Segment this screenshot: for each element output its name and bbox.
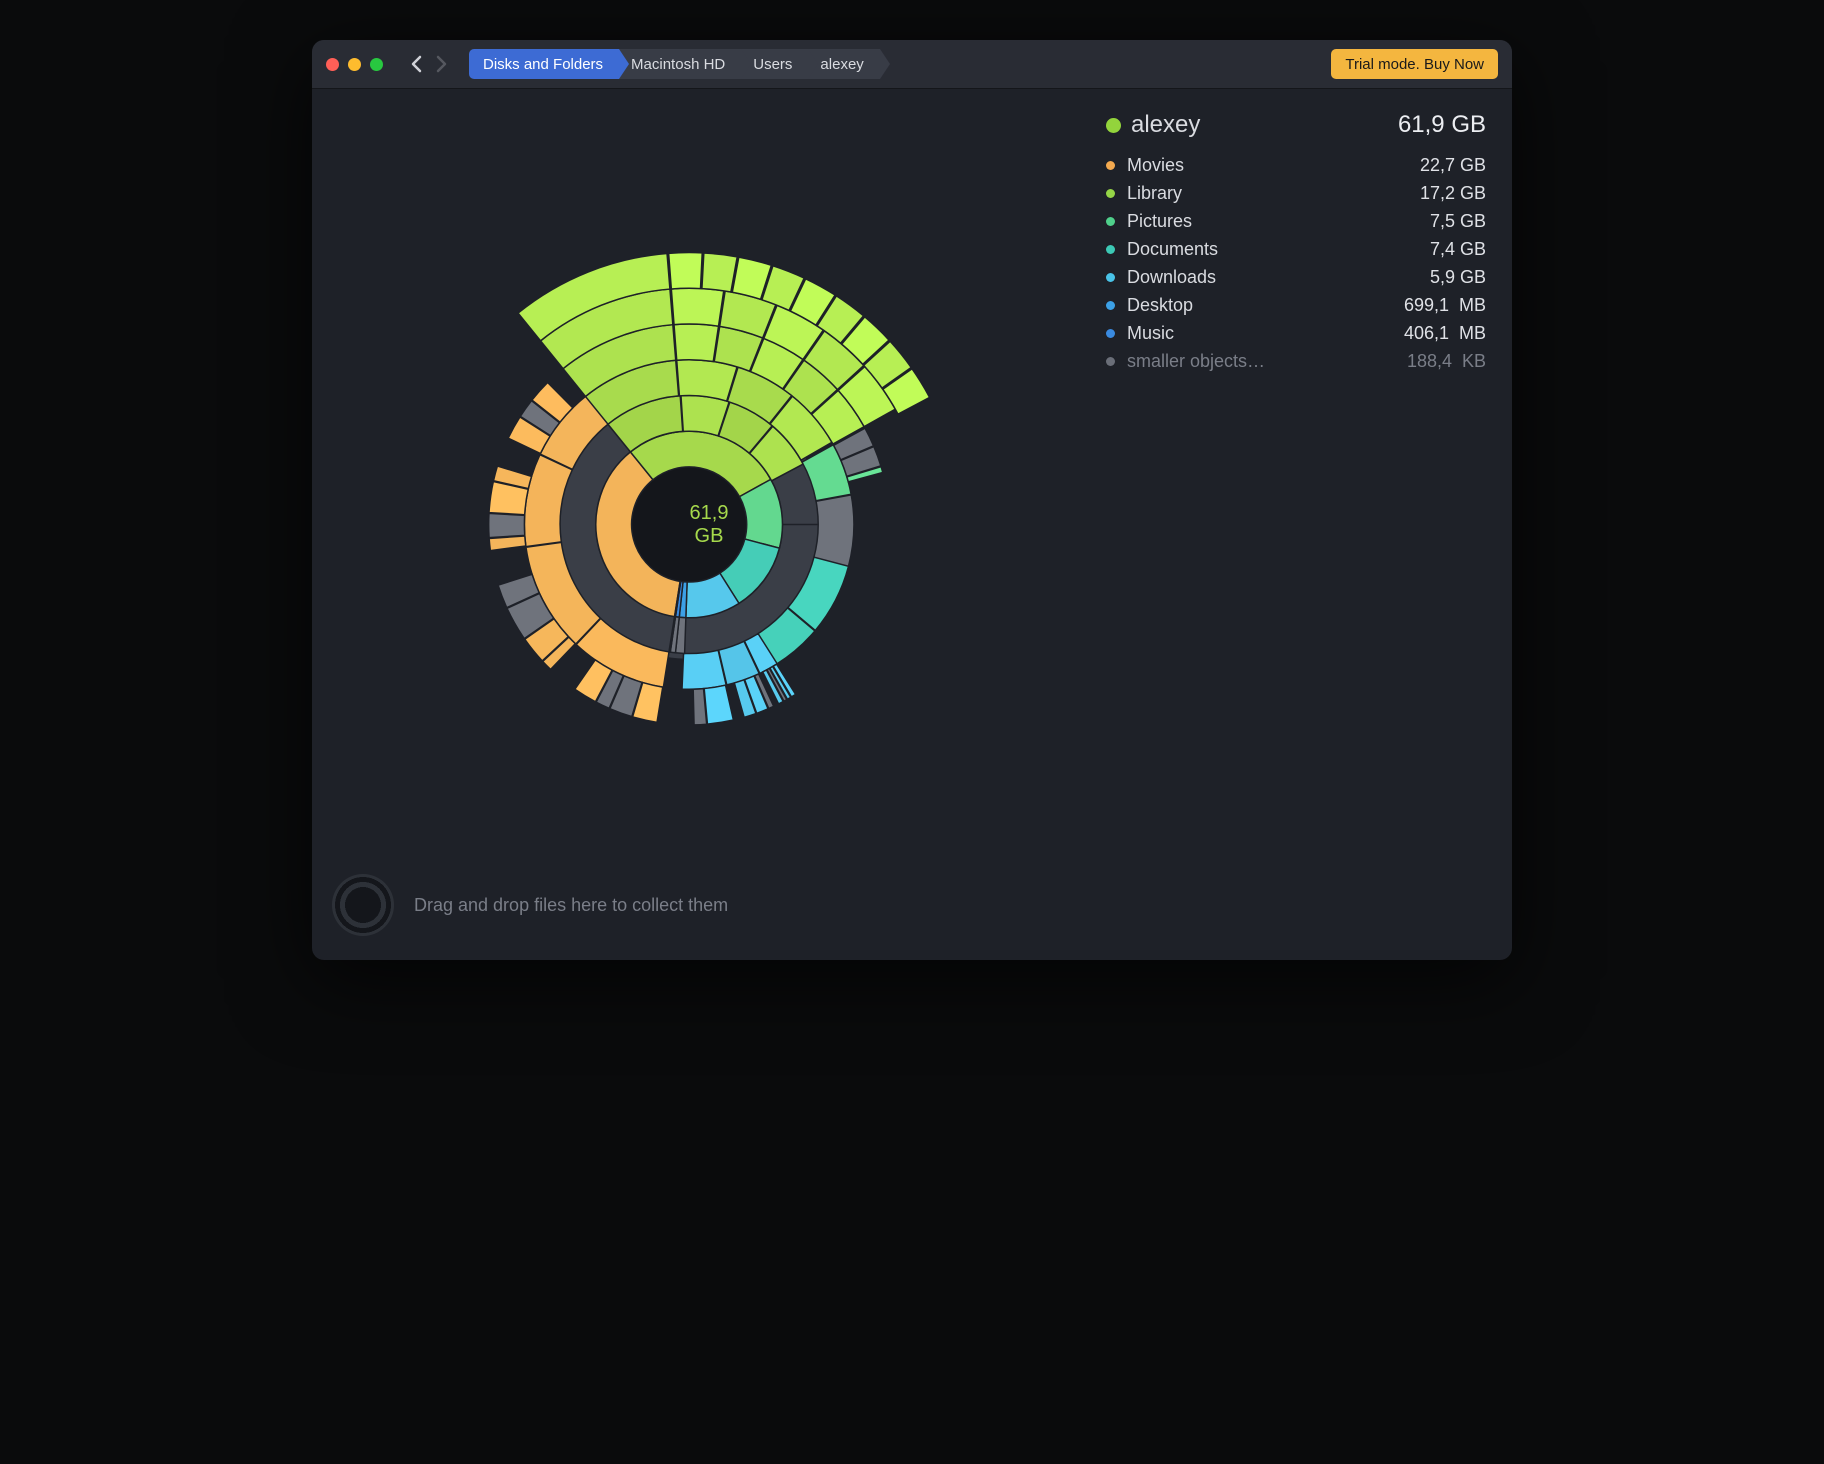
- folder-color-dot: [1106, 118, 1121, 133]
- sidebar-header[interactable]: alexey 61,9 GB: [1106, 111, 1486, 139]
- close-traffic-light[interactable]: [326, 58, 339, 71]
- sidebar-item[interactable]: Downloads 5,9 GB: [1106, 267, 1486, 288]
- item-color-dot: [1106, 217, 1115, 226]
- item-size: 699,1 MB: [1404, 295, 1486, 316]
- item-name: Pictures: [1127, 211, 1192, 232]
- folder-total-size: 61,9 GB: [1398, 111, 1486, 139]
- nav-buttons: [407, 51, 451, 77]
- item-color-dot: [1106, 273, 1115, 282]
- sidebar-item[interactable]: smaller objects… 188,4 KB: [1106, 351, 1486, 372]
- breadcrumb: Disks and FoldersMacintosh HDUsersalexey: [469, 49, 880, 79]
- sidebar-item[interactable]: Movies 22,7 GB: [1106, 155, 1486, 176]
- item-size: 7,4 GB: [1430, 239, 1486, 260]
- toolbar: Disks and FoldersMacintosh HDUsersalexey…: [312, 40, 1512, 89]
- item-color-dot: [1106, 161, 1115, 170]
- content-area: 61,9GB alexey 61,9 GB Movies 22,7 GB Libra…: [312, 89, 1512, 960]
- window-controls: [326, 58, 383, 71]
- minimize-traffic-light[interactable]: [348, 58, 361, 71]
- back-button[interactable]: [407, 51, 427, 77]
- forward-button[interactable]: [431, 51, 451, 77]
- drop-zone[interactable]: Drag and drop files here to collect them: [312, 850, 1512, 960]
- item-size: 17,2 GB: [1420, 183, 1486, 204]
- sunburst-chart[interactable]: 61,9GB: [312, 89, 1106, 960]
- item-name: Downloads: [1127, 267, 1216, 288]
- breadcrumb-item[interactable]: Disks and Folders: [469, 49, 619, 79]
- sidebar-item[interactable]: Music 406,1 MB: [1106, 323, 1486, 344]
- item-name: Library: [1127, 183, 1182, 204]
- item-size: 22,7 GB: [1420, 155, 1486, 176]
- item-name: Documents: [1127, 239, 1218, 260]
- drop-hint-label: Drag and drop files here to collect them: [414, 895, 728, 916]
- folder-name: alexey: [1131, 111, 1200, 139]
- item-color-dot: [1106, 329, 1115, 338]
- item-size: 7,5 GB: [1430, 211, 1486, 232]
- chevron-left-icon: [409, 53, 425, 75]
- item-name: Music: [1127, 323, 1174, 344]
- item-color-dot: [1106, 301, 1115, 310]
- chevron-right-icon: [433, 53, 449, 75]
- item-name: Desktop: [1127, 295, 1193, 316]
- item-name: Movies: [1127, 155, 1184, 176]
- item-color-dot: [1106, 189, 1115, 198]
- sidebar-item[interactable]: Library 17,2 GB: [1106, 183, 1486, 204]
- zoom-traffic-light[interactable]: [370, 58, 383, 71]
- item-color-dot: [1106, 357, 1115, 366]
- sunburst-svg: [312, 89, 1106, 960]
- drop-ring-icon: [332, 874, 394, 936]
- item-size: 188,4 KB: [1407, 351, 1486, 372]
- item-color-dot: [1106, 245, 1115, 254]
- buy-now-button[interactable]: Trial mode. Buy Now: [1331, 49, 1498, 79]
- item-name: smaller objects…: [1127, 351, 1265, 372]
- sidebar: alexey 61,9 GB Movies 22,7 GB Library 17,2 …: [1106, 89, 1512, 960]
- sidebar-item[interactable]: Pictures 7,5 GB: [1106, 211, 1486, 232]
- sidebar-item[interactable]: Desktop 699,1 MB: [1106, 295, 1486, 316]
- sidebar-item[interactable]: Documents 7,4 GB: [1106, 239, 1486, 260]
- app-window: Disks and FoldersMacintosh HDUsersalexey…: [312, 40, 1512, 960]
- item-size: 406,1 MB: [1404, 323, 1486, 344]
- item-size: 5,9 GB: [1430, 267, 1486, 288]
- sidebar-list: Movies 22,7 GB Library 17,2 GB Pictures 7,5 G…: [1106, 155, 1486, 372]
